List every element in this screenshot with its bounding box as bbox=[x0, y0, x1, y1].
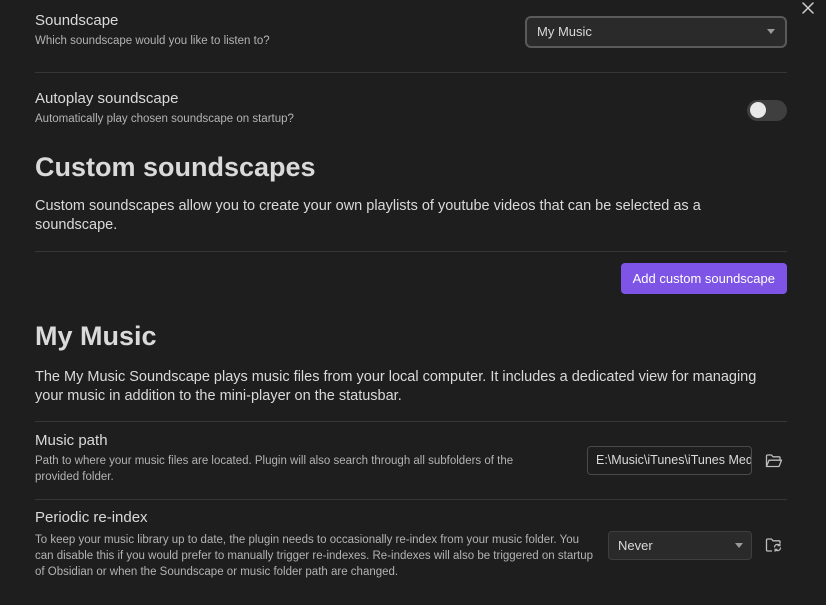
settings-content: Soundscape Which soundscape would you li… bbox=[35, 0, 787, 590]
setting-info: Autoplay soundscape Automatically play c… bbox=[35, 90, 747, 127]
setting-name: Soundscape bbox=[35, 11, 119, 29]
folder-open-icon bbox=[765, 453, 783, 467]
custom-soundscapes-heading: Custom soundscapes bbox=[35, 152, 316, 182]
setting-description: Automatically play chosen soundscape on … bbox=[35, 112, 294, 125]
toggle-knob bbox=[750, 102, 766, 118]
setting-info: Periodic re-index To keep your music lib… bbox=[35, 509, 608, 580]
settings-page: Soundscape Which soundscape would you li… bbox=[0, 0, 826, 605]
reindex-now-button[interactable] bbox=[761, 532, 787, 558]
add-custom-soundscape-button[interactable]: Add custom soundscape bbox=[620, 263, 787, 294]
chevron-down-icon bbox=[767, 28, 775, 34]
custom-soundscapes-description: Custom soundscapes allow you to create y… bbox=[35, 197, 787, 252]
setting-description: Which soundscape would you like to liste… bbox=[35, 34, 270, 47]
music-path-input[interactable]: E:\Music\iTunes\iTunes Media\Music bbox=[587, 446, 752, 475]
reindex-frequency-dropdown[interactable]: Never bbox=[608, 530, 752, 560]
setting-autoplay: Autoplay soundscape Automatically play c… bbox=[35, 73, 787, 143]
autoplay-toggle[interactable] bbox=[747, 99, 787, 121]
setting-name: Periodic re-index bbox=[35, 508, 148, 526]
my-music-heading: My Music bbox=[35, 321, 157, 351]
setting-description: Path to where your music files are locat… bbox=[35, 455, 514, 483]
setting-name: Autoplay soundscape bbox=[35, 89, 179, 107]
setting-info: Music path Path to where your music file… bbox=[35, 432, 545, 485]
browse-folder-button[interactable] bbox=[761, 448, 787, 474]
music-path-controls: E:\Music\iTunes\iTunes Media\Music bbox=[587, 446, 787, 475]
my-music-description: The My Music Soundscape plays music file… bbox=[35, 368, 787, 422]
folder-sync-icon bbox=[765, 538, 782, 552]
reindex-controls: Never bbox=[608, 530, 787, 560]
reindex-selected-value: Never bbox=[618, 537, 653, 553]
setting-description: To keep your music library up to date, t… bbox=[35, 533, 594, 578]
setting-info: Soundscape Which soundscape would you li… bbox=[35, 12, 525, 49]
soundscape-dropdown[interactable]: My Music bbox=[525, 15, 787, 48]
close-icon bbox=[802, 2, 814, 14]
setting-name: Music path bbox=[35, 432, 108, 449]
soundscape-selected-value: My Music bbox=[537, 23, 592, 39]
setting-music-path: Music path Path to where your music file… bbox=[35, 422, 787, 500]
setting-soundscape: Soundscape Which soundscape would you li… bbox=[35, 0, 787, 73]
chevron-down-icon bbox=[735, 542, 743, 548]
setting-periodic-reindex: Periodic re-index To keep your music lib… bbox=[35, 500, 787, 590]
close-button[interactable] bbox=[798, 0, 818, 18]
custom-soundscape-actions: Add custom soundscape bbox=[35, 252, 787, 308]
